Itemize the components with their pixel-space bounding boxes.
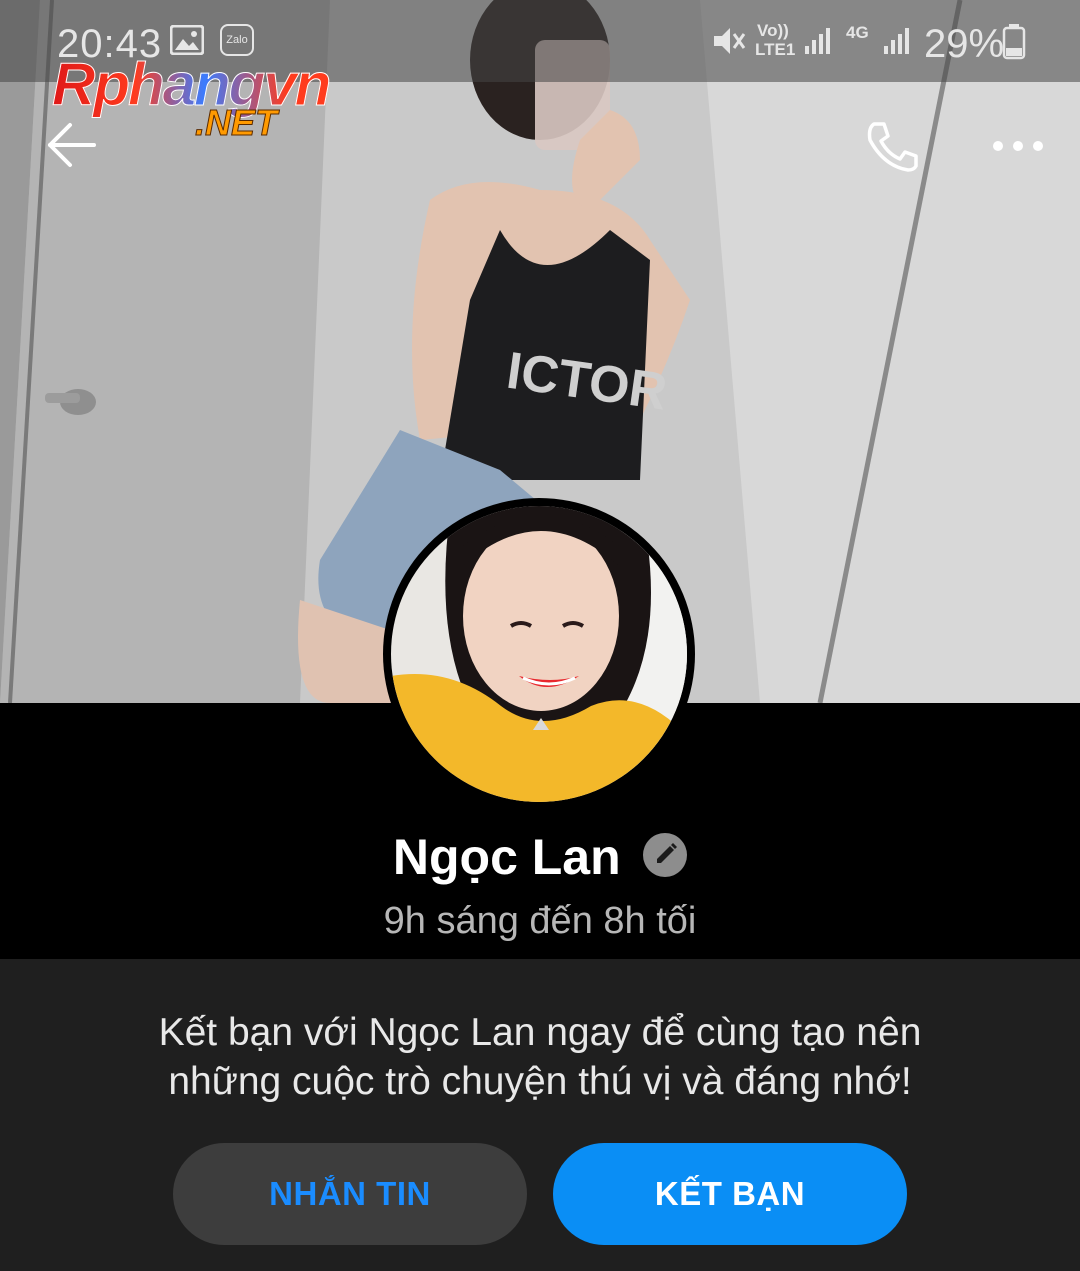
volte-label: Vo)) [757, 21, 789, 40]
avatar[interactable] [383, 498, 695, 810]
prompt-line-1: Kết bạn với Ngọc Lan ngay để cùng tạo nê… [158, 1011, 922, 1054]
profile-name-row: Ngọc Lan [0, 828, 1080, 892]
add-friend-prompt: Kết bạn với Ngọc Lan ngay để cùng tạo nê… [90, 1008, 990, 1106]
message-button[interactable]: NHẮN TIN [173, 1143, 527, 1245]
lte-label: LTE1 [755, 40, 796, 59]
avatar-image [391, 506, 687, 802]
add-friend-button[interactable]: KẾT BẠN [553, 1143, 907, 1245]
battery-icon [1002, 24, 1026, 60]
add-friend-panel [0, 959, 1080, 1271]
profile-hours: 9h sáng đến 8h tối [383, 900, 697, 942]
back-arrow-icon[interactable] [46, 122, 98, 168]
profile-name: Ngọc Lan [392, 829, 621, 885]
more-icon[interactable] [990, 136, 1046, 156]
watermark-text: Rphangvn [51, 51, 331, 119]
phone-icon[interactable] [864, 120, 920, 172]
edit-icon[interactable] [643, 833, 688, 877]
watermark-logo: Rphangvn .NET [51, 50, 382, 150]
signal-icon [805, 28, 830, 54]
signal-icon-2 [884, 28, 909, 54]
prompt-line-2: những cuộc trò chuyện thú vị và đáng nhớ… [168, 1060, 912, 1103]
battery-percent: 29% [924, 22, 1005, 66]
mute-icon [714, 28, 746, 54]
watermark-suffix: .NET [194, 102, 278, 144]
4g-label: 4G [846, 23, 869, 42]
